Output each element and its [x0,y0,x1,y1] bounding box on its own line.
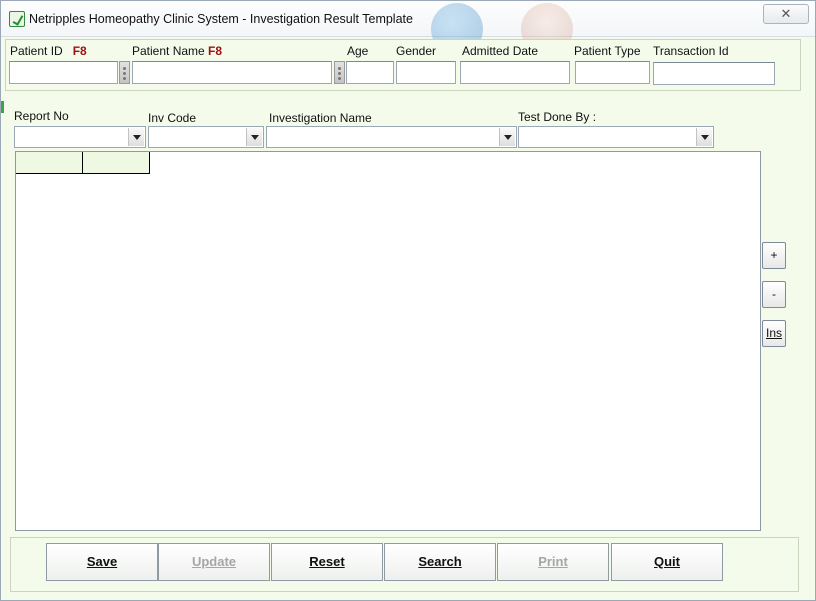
reset-button[interactable]: Reset [271,543,383,581]
add-row-button[interactable]: + [762,242,786,269]
chevron-down-icon[interactable] [246,128,262,146]
grid-header-cell[interactable] [83,152,150,174]
patient-id-lookup-button[interactable] [119,61,130,84]
report-no-select[interactable] [14,126,146,148]
transaction-id-label: Transaction Id [653,44,729,58]
investigation-name-select[interactable] [266,126,517,148]
grid-header-cell[interactable] [16,152,83,174]
patient-type-input[interactable] [575,61,650,84]
gender-label: Gender [396,44,437,58]
search-button[interactable]: Search [384,543,496,581]
age-input[interactable] [346,61,394,84]
transaction-id-input[interactable] [653,62,775,85]
update-button[interactable]: Update [158,543,270,581]
report-no-label: Report No [14,109,69,123]
patient-name-shortcut-key: F8 [208,44,223,58]
chevron-down-icon[interactable] [499,128,515,146]
side-marker [1,101,4,113]
result-grid[interactable] [15,151,761,531]
investigation-name-label: Investigation Name [269,111,372,125]
title-bar[interactable]: Netripples Homeopathy Clinic System - In… [1,1,815,55]
window-title: Netripples Homeopathy Clinic System - In… [29,12,413,26]
inv-code-select[interactable] [148,126,264,148]
patient-name-label: Patient Name F8 [132,44,222,58]
patient-id-shortcut-key: F8 [72,44,87,58]
save-button[interactable]: Save [46,543,158,581]
patient-name-lookup-button[interactable] [334,61,345,84]
patient-type-label: Patient Type [574,44,641,58]
chevron-down-icon[interactable] [128,128,144,146]
app-leaf-icon [9,11,25,27]
insert-row-button[interactable]: Ins [762,320,786,347]
patient-id-label-text: Patient ID [10,44,63,58]
test-done-by-select[interactable] [518,126,714,148]
gender-input[interactable] [396,61,456,84]
admitted-date-label: Admitted Date [462,44,539,58]
patient-id-input[interactable] [9,61,118,84]
patient-name-label-text: Patient Name [132,44,205,58]
chevron-down-icon[interactable] [696,128,712,146]
patient-id-label: Patient ID F8 [10,44,87,58]
close-button[interactable]: ✕ [763,4,809,24]
print-button[interactable]: Print [497,543,609,581]
remove-row-button[interactable]: - [762,281,786,308]
app-window: Netripples Homeopathy Clinic System - In… [0,0,816,601]
patient-info-panel: Patient ID F8 Patient Name F8 Age Gender… [5,39,801,91]
admitted-date-input[interactable] [460,61,570,84]
test-done-by-label: Test Done By : [518,110,597,124]
quit-button[interactable]: Quit [611,543,723,581]
patient-name-input[interactable] [132,61,332,84]
inv-code-label: Inv Code [148,111,197,125]
age-label: Age [347,44,369,58]
